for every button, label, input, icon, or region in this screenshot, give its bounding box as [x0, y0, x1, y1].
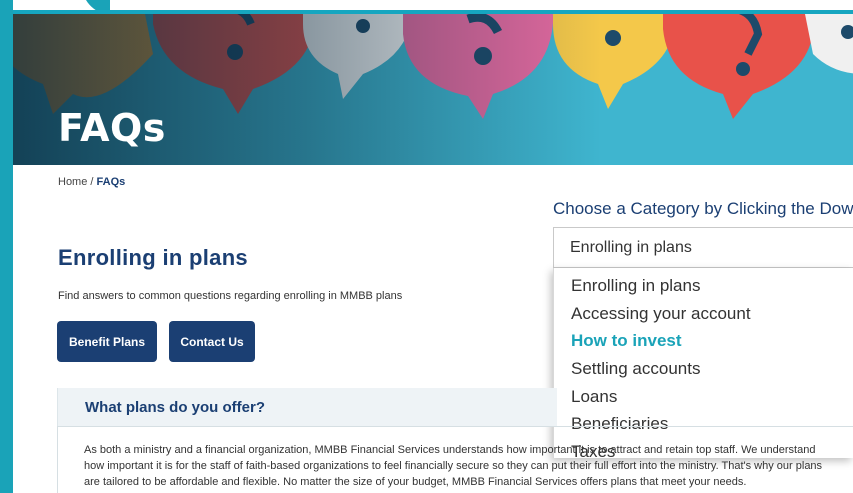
left-accent-strip — [0, 0, 13, 493]
section-title: Enrolling in plans — [58, 245, 248, 270]
breadcrumb-home-link[interactable]: Home — [58, 176, 87, 188]
benefit-plans-button[interactable]: Benefit Plans — [57, 321, 157, 362]
category-option-how-to-invest[interactable]: How to invest — [571, 331, 682, 351]
faq-accordion-header[interactable]: What plans do you offer? — [57, 388, 557, 426]
page-title: FAQs — [58, 106, 166, 150]
hero-banner: FAQs — [13, 10, 853, 165]
category-option-accessing-account[interactable]: Accessing your account — [571, 304, 751, 324]
category-prompt: Choose a Category by Clicking the Down — [553, 199, 853, 218]
section-subtitle: Find answers to common questions regardi… — [58, 290, 403, 302]
breadcrumb-current: FAQs — [96, 176, 126, 188]
category-option-settling-accounts[interactable]: Settling accounts — [571, 359, 700, 379]
faq-answer: As both a ministry and a financial organ… — [84, 444, 823, 488]
category-option-loans[interactable]: Loans — [571, 387, 617, 407]
breadcrumb: Home / FAQs — [58, 176, 125, 188]
category-select[interactable]: Enrolling in plans — [553, 227, 853, 268]
faq-question: What plans do you offer? — [85, 399, 265, 416]
category-option-enrolling[interactable]: Enrolling in plans — [571, 276, 700, 296]
breadcrumb-separator: / — [87, 176, 97, 188]
contact-us-button[interactable]: Contact Us — [169, 321, 255, 362]
category-selected-value: Enrolling in plans — [570, 239, 692, 256]
